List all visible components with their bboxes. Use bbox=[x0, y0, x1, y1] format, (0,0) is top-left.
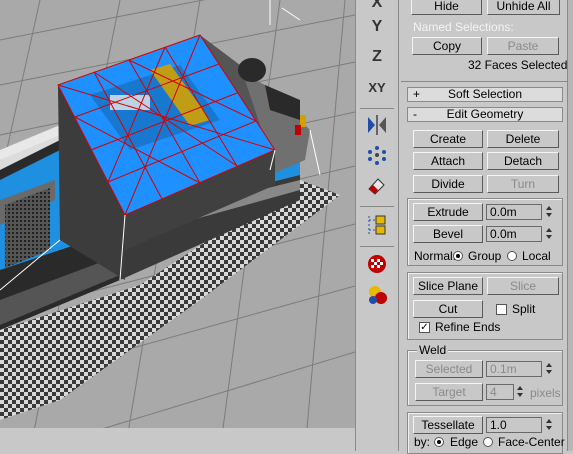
attach-button[interactable]: Attach bbox=[413, 152, 483, 170]
create-button[interactable]: Create bbox=[413, 130, 483, 148]
divide-button[interactable]: Divide bbox=[413, 175, 483, 193]
detach-button[interactable]: Detach bbox=[487, 152, 559, 170]
cut-button[interactable]: Cut bbox=[413, 300, 483, 318]
split-checkbox[interactable] bbox=[496, 304, 507, 315]
turn-button[interactable]: Turn bbox=[487, 175, 559, 193]
weld-selected-button[interactable]: Selected bbox=[415, 360, 483, 378]
material-editor-icon[interactable] bbox=[360, 253, 394, 275]
command-panel-scrollbar[interactable] bbox=[567, 0, 573, 451]
extrude-button[interactable]: Extrude bbox=[413, 203, 483, 221]
rollout-edit-geometry[interactable]: - Edit Geometry bbox=[407, 107, 563, 122]
named-selections-label: Named Selections: bbox=[413, 20, 514, 34]
weld-target-button[interactable]: Target bbox=[415, 383, 483, 401]
slice-plane-button[interactable]: Slice Plane bbox=[413, 277, 483, 295]
split-label: Split bbox=[512, 302, 536, 316]
hide-button[interactable]: Hide bbox=[411, 0, 482, 15]
selection-status: 32 Faces Selected bbox=[468, 58, 568, 72]
tessellate-button[interactable]: Tessellate bbox=[413, 416, 483, 434]
viewport-status-strip bbox=[0, 428, 355, 451]
axis-constraint-toolbar: X Y Z XY bbox=[355, 0, 399, 451]
normal-label: Normal: bbox=[414, 249, 457, 263]
array-icon[interactable] bbox=[360, 144, 394, 166]
refine-ends-checkbox[interactable]: ✓ bbox=[419, 322, 430, 333]
toolbar-divider bbox=[360, 246, 394, 247]
paste-button[interactable]: Paste bbox=[487, 37, 559, 55]
weld-threshold-spinner[interactable] bbox=[544, 361, 554, 377]
slice-button[interactable]: Slice bbox=[487, 277, 559, 295]
render-scene-icon[interactable] bbox=[360, 284, 394, 306]
bevel-button[interactable]: Bevel bbox=[413, 225, 483, 243]
weld-target-pixels-field[interactable]: 4 bbox=[486, 384, 514, 400]
delete-button[interactable]: Delete bbox=[487, 130, 559, 148]
normal-group-label: Group bbox=[468, 249, 502, 263]
weld-threshold-field[interactable]: 0.1m bbox=[486, 361, 542, 377]
pixels-label: pixels bbox=[530, 386, 561, 400]
constrain-y-button[interactable]: Y bbox=[360, 16, 394, 38]
weld-target-spinner[interactable] bbox=[515, 384, 525, 400]
constrain-x-button[interactable]: X bbox=[360, 0, 394, 14]
toolbar-divider bbox=[360, 206, 394, 207]
normal-local-label: Local bbox=[522, 249, 551, 263]
align-icon[interactable] bbox=[360, 174, 394, 196]
tessellate-edge-label: Edge bbox=[450, 435, 479, 449]
copy-button[interactable]: Copy bbox=[412, 37, 482, 55]
rollout-soft-selection[interactable]: + Soft Selection bbox=[407, 87, 563, 102]
tessellate-tension-field[interactable]: 1.0 bbox=[486, 417, 542, 433]
layer-manager-icon[interactable] bbox=[360, 214, 394, 236]
tessellate-face-center-label: Face-Center bbox=[498, 435, 565, 449]
mirror-icon[interactable] bbox=[360, 114, 394, 136]
normal-group-radio[interactable] bbox=[453, 251, 463, 261]
refine-ends-label: Refine Ends bbox=[435, 320, 501, 334]
extrude-amount-field[interactable]: 0.0m bbox=[486, 204, 542, 220]
rollout-divider bbox=[401, 81, 567, 82]
tessellate-by-label: by: bbox=[414, 435, 431, 449]
constrain-z-button[interactable]: Z bbox=[360, 46, 394, 68]
tessellate-edge-radio[interactable] bbox=[434, 437, 444, 447]
bevel-amount-field[interactable]: 0.0m bbox=[486, 226, 542, 242]
unhide-all-button[interactable]: Unhide All bbox=[487, 0, 560, 15]
tessellate-face-center-radio[interactable] bbox=[483, 437, 493, 447]
toolbar-divider bbox=[360, 108, 394, 109]
rollout-title: Soft Selection bbox=[447, 87, 523, 101]
perspective-viewport[interactable] bbox=[0, 0, 355, 451]
tessellate-spinner[interactable] bbox=[544, 417, 554, 433]
scene-render bbox=[0, 0, 355, 451]
constrain-xy-button[interactable]: XY bbox=[360, 76, 394, 98]
rollout-title: Edit Geometry bbox=[446, 107, 524, 121]
normal-local-radio[interactable] bbox=[507, 251, 517, 261]
weld-group-label: Weld bbox=[417, 343, 449, 357]
extrude-spinner[interactable] bbox=[544, 204, 554, 220]
bevel-spinner[interactable] bbox=[544, 226, 554, 242]
